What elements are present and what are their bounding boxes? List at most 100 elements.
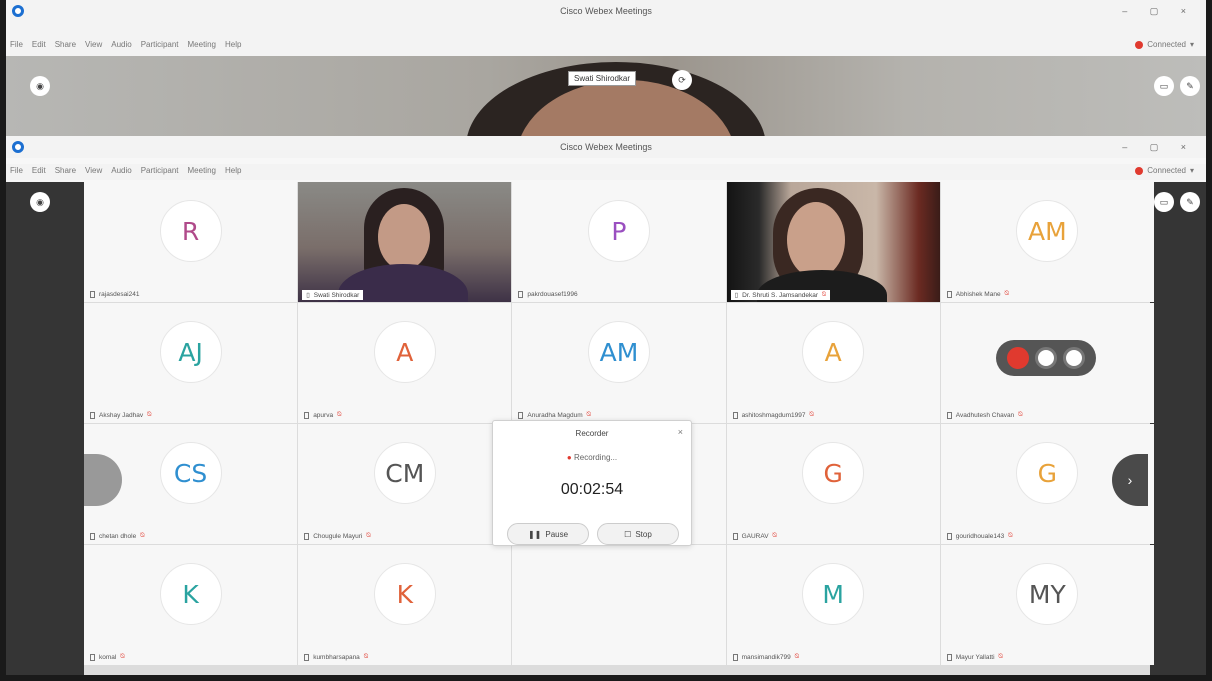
muted-mic-icon: ⍉ — [772, 532, 777, 539]
device-icon — [732, 532, 738, 540]
device-icon — [732, 411, 738, 419]
avatar: CS — [159, 442, 222, 504]
muted-mic-icon: ⍉ — [809, 411, 814, 418]
participant-tile[interactable]: AM Abhishek Mane ⍉ — [940, 182, 1154, 302]
close-icon[interactable]: × — [678, 427, 683, 437]
menu-view[interactable]: View — [85, 40, 102, 49]
menu-share[interactable]: Share — [55, 166, 76, 175]
participant-tile[interactable]: Kkumbharsapana ⍉ — [298, 545, 512, 665]
participant-name: rajasdesai241 — [99, 291, 140, 298]
pause-button[interactable]: ❚❚ Pause — [507, 523, 589, 545]
device-icon — [518, 411, 524, 419]
layout-icon[interactable]: ⟳ — [672, 70, 692, 90]
menu-audio[interactable]: Audio — [111, 40, 131, 49]
window-title: Cisco Webex Meetings — [560, 142, 652, 152]
avatar: AJ — [159, 321, 222, 383]
menu-audio[interactable]: Audio — [111, 166, 131, 175]
stop-button[interactable]: ☐ Stop — [597, 523, 679, 545]
menu-participant[interactable]: Participant — [141, 40, 179, 49]
connection-status[interactable]: Connected ▾ — [1135, 40, 1194, 49]
participant-tile[interactable]: Aashitoshmagdum1997 ⍉ — [726, 303, 940, 423]
grid-view-icon[interactable]: ◉ — [30, 76, 50, 96]
device-icon — [90, 532, 95, 540]
menu-file[interactable]: File — [10, 166, 23, 175]
device-icon — [946, 653, 952, 661]
chevron-down-icon: ▾ — [1189, 166, 1194, 175]
avatar: A — [373, 321, 436, 383]
grid-view-icon[interactable]: ◉ — [30, 192, 50, 212]
chevron-right-icon: › — [1127, 472, 1133, 488]
muted-mic-icon: ⍉ — [794, 653, 799, 660]
menu-meeting[interactable]: Meeting — [188, 40, 216, 49]
menu-bar: File Edit Share View Audio Participant M… — [6, 38, 1206, 54]
chat-icon[interactable]: ▭ — [1154, 192, 1174, 212]
participant-name: pakrdouasef1996 — [527, 291, 578, 298]
participant-tile[interactable]: Mmansimandik799 ⍉ — [726, 545, 940, 665]
chat-icon[interactable]: ▭ — [1154, 76, 1174, 96]
participant-tile[interactable]: ▯ Swati Shirodkar — [298, 182, 512, 302]
participant-name: Abhishek Mane — [955, 290, 1001, 298]
participant-name: Akshay Jadhav — [99, 411, 144, 419]
window-controls[interactable]: – ▢ × — [1122, 142, 1196, 153]
connection-icon — [1135, 166, 1144, 175]
video-face — [786, 202, 845, 278]
device-icon — [90, 653, 95, 661]
menu-edit[interactable]: Edit — [32, 40, 46, 49]
participant-name: ashitoshmagdum1997 — [741, 411, 806, 419]
menu-participant[interactable]: Participant — [141, 166, 179, 175]
device-icon — [304, 653, 310, 661]
participant-name-label: gouridhouale143 ⍉ — [946, 532, 1012, 540]
participant-tile[interactable]: ▯ Dr. Shruti S. Jamsandekar ⍉ — [726, 182, 940, 302]
connection-label: Connected — [1147, 40, 1186, 49]
more-icon[interactable] — [1063, 347, 1085, 369]
recording-status: ● Recording... — [493, 453, 691, 462]
menu-edit[interactable]: Edit — [32, 166, 46, 175]
window-controls[interactable]: – ▢ × — [1122, 6, 1196, 17]
video-icon[interactable] — [1035, 347, 1057, 369]
stop-label: Stop — [635, 529, 652, 539]
mute-icon[interactable] — [1007, 347, 1029, 369]
participant-tile[interactable]: G GAURAV ⍉ — [726, 424, 940, 544]
connection-status[interactable]: Connected ▾ — [1135, 166, 1194, 175]
participant-name: GAURAV — [741, 532, 769, 540]
chevron-down-icon: ▾ — [1189, 40, 1194, 49]
webex-logo-icon — [12, 5, 24, 17]
background-webex-window: Cisco Webex Meetings – ▢ × File Edit Sha… — [6, 0, 1206, 140]
participant-name-label: ashitoshmagdum1997 ⍉ — [732, 411, 814, 419]
participant-tile[interactable]: Aapurva ⍉ — [298, 303, 512, 423]
menu-meeting[interactable]: Meeting — [188, 166, 216, 175]
participant-tile[interactable]: Rrajasdesai241 — [84, 182, 298, 302]
recorder-panel: Recorder × ● Recording... 00:02:54 ❚❚ Pa… — [492, 420, 692, 546]
title-bar: Cisco Webex Meetings – ▢ × — [6, 0, 1206, 22]
participant-name: Anuradha Magdum — [527, 411, 583, 419]
participant-tile[interactable]: CM Chougule Mayuri ⍉ — [298, 424, 512, 544]
participant-tile[interactable]: AJ Akshay Jadhav ⍉ — [84, 303, 298, 423]
edit-icon[interactable]: ✎ — [1180, 76, 1200, 96]
screen-frame: Cisco Webex Meetings – ▢ × File Edit Sha… — [0, 0, 1212, 681]
participant-name: Avadhutesh Chavan — [955, 411, 1015, 419]
front-webex-window: Cisco Webex Meetings – ▢ × File Edit Sha… — [6, 136, 1206, 675]
participant-tile[interactable]: MY Mayur Yallatti ⍉ — [940, 545, 1154, 665]
participant-tile[interactable]: Kkomal ⍉ — [84, 545, 298, 665]
participant-name-label: ▯ Dr. Shruti S. Jamsandekar ⍉ — [730, 290, 830, 300]
muted-mic-icon: ⍉ — [140, 532, 145, 539]
avatar: A — [802, 321, 865, 383]
participant-name: kumbharsapana — [313, 653, 360, 661]
active-speaker-video: Swati Shirodkar ⟳ ◉ ▭ ✎ — [6, 56, 1206, 140]
menu-file[interactable]: File — [10, 40, 23, 49]
menu-view[interactable]: View — [85, 166, 102, 175]
participant-video — [298, 182, 512, 302]
participant-name-label: Abhishek Mane ⍉ — [946, 290, 1009, 298]
muted-mic-icon: ⍉ — [1004, 290, 1009, 297]
participant-name: mansimandik799 — [741, 653, 791, 661]
menu-help[interactable]: Help — [225, 166, 241, 175]
participant-tile[interactable] — [512, 545, 726, 665]
participant-tile[interactable]: AM Anuradha Magdum ⍉ — [512, 303, 726, 423]
participant-name-label: GAURAV ⍉ — [732, 532, 777, 540]
menu-share[interactable]: Share — [55, 40, 76, 49]
edit-icon[interactable]: ✎ — [1180, 192, 1200, 212]
menu-help[interactable]: Help — [225, 40, 241, 49]
avatar: R — [159, 200, 222, 262]
menu-list: File Edit Share View Audio Participant M… — [10, 40, 241, 49]
participant-tile[interactable]: Ppakrdouasef1996 — [512, 182, 726, 302]
